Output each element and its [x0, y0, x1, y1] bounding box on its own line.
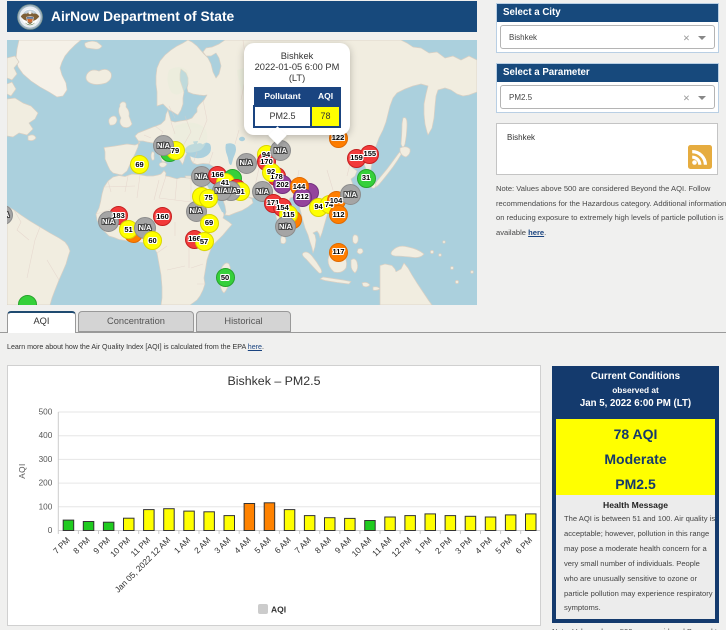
svg-text:2 PM: 2 PM — [433, 535, 454, 556]
svg-text:12 PM: 12 PM — [389, 535, 413, 559]
svg-text:8 PM: 8 PM — [71, 535, 92, 556]
svg-text:AQI: AQI — [271, 605, 286, 615]
svg-text:7 PM: 7 PM — [51, 535, 72, 556]
svg-text:5 PM: 5 PM — [493, 535, 514, 556]
svg-text:10 PM: 10 PM — [108, 535, 132, 559]
svg-text:1 PM: 1 PM — [413, 535, 434, 556]
svg-text:3 PM: 3 PM — [453, 535, 474, 556]
svg-text:500: 500 — [39, 408, 53, 417]
svg-text:0: 0 — [48, 526, 53, 535]
svg-text:10 AM: 10 AM — [349, 535, 373, 559]
svg-text:5 AM: 5 AM — [252, 535, 273, 556]
svg-text:1 AM: 1 AM — [172, 535, 193, 556]
svg-text:400: 400 — [39, 431, 53, 440]
svg-text:300: 300 — [39, 455, 53, 464]
svg-text:4 PM: 4 PM — [473, 535, 494, 556]
svg-text:4 AM: 4 AM — [232, 535, 253, 556]
svg-text:200: 200 — [39, 479, 53, 488]
svg-text:6 AM: 6 AM — [272, 535, 293, 556]
svg-text:2 AM: 2 AM — [192, 535, 213, 556]
svg-text:6 PM: 6 PM — [513, 535, 534, 556]
svg-text:Bishkek – PM2.5: Bishkek – PM2.5 — [228, 374, 321, 388]
svg-text:7 AM: 7 AM — [292, 535, 313, 556]
svg-text:AQI: AQI — [18, 463, 27, 479]
svg-text:8 AM: 8 AM — [313, 535, 334, 556]
svg-text:11 AM: 11 AM — [370, 535, 393, 558]
svg-text:3 AM: 3 AM — [212, 535, 233, 556]
svg-text:100: 100 — [39, 502, 53, 511]
